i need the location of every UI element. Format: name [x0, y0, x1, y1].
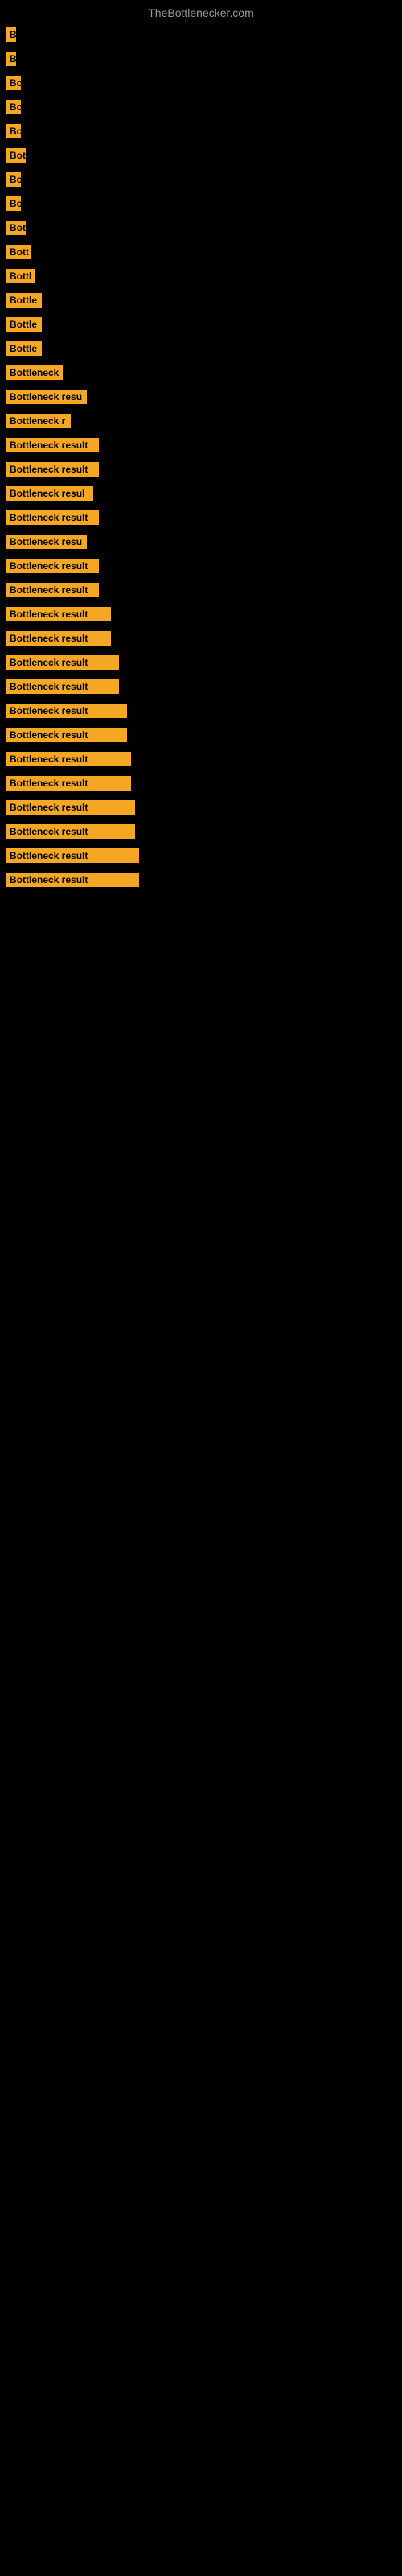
- list-item: Bottleneck resul: [0, 481, 402, 506]
- list-item: Bo: [0, 119, 402, 143]
- label-box: Bottleneck result: [6, 438, 99, 452]
- label-box: Bottleneck resu: [6, 390, 87, 404]
- list-item: Bottleneck result: [0, 578, 402, 602]
- label-box: Bo: [6, 124, 21, 138]
- list-item: Bottleneck result: [0, 602, 402, 626]
- label-box: Bot: [6, 148, 26, 163]
- label-box: Bo: [6, 100, 21, 114]
- list-item: B: [0, 47, 402, 71]
- label-box: Bottleneck result: [6, 752, 131, 766]
- label-box: Bottleneck result: [6, 679, 119, 694]
- label-box: Bottleneck: [6, 365, 63, 380]
- list-item: Bo: [0, 71, 402, 95]
- list-item: Bottleneck r: [0, 409, 402, 433]
- list-item: Bo: [0, 95, 402, 119]
- label-box: Bottleneck result: [6, 824, 135, 839]
- list-item: Bottleneck result: [0, 433, 402, 457]
- label-box: Bo: [6, 76, 21, 90]
- list-item: Bottle: [0, 288, 402, 312]
- label-box: Bo: [6, 196, 21, 211]
- label-box: Bottleneck r: [6, 414, 71, 428]
- list-item: Bottleneck resu: [0, 530, 402, 554]
- label-box: Bottle: [6, 293, 42, 308]
- list-item: Bottleneck result: [0, 554, 402, 578]
- list-item: Bottleneck result: [0, 844, 402, 868]
- list-item: Bottleneck result: [0, 868, 402, 892]
- label-box: Bottleneck result: [6, 655, 119, 670]
- list-item: Bo: [0, 167, 402, 192]
- label-box: Bottleneck result: [6, 510, 99, 525]
- list-item: Bottleneck result: [0, 771, 402, 795]
- label-box: Bottleneck resu: [6, 535, 87, 549]
- label-box: Bottleneck result: [6, 559, 99, 573]
- list-item: Bottleneck result: [0, 747, 402, 771]
- list-item: Bottl: [0, 264, 402, 288]
- label-box: Bott: [6, 245, 31, 259]
- label-box: Bottleneck result: [6, 462, 99, 477]
- list-item: Bo: [0, 192, 402, 216]
- label-box: B: [6, 27, 16, 42]
- list-item: Bottleneck result: [0, 675, 402, 699]
- list-item: Bottleneck result: [0, 650, 402, 675]
- label-box: Bottle: [6, 317, 42, 332]
- list-item: Bottleneck result: [0, 795, 402, 819]
- list-item: Bottleneck result: [0, 457, 402, 481]
- list-item: Bot: [0, 143, 402, 167]
- label-box: Bottleneck result: [6, 704, 127, 718]
- list-item: Bottle: [0, 336, 402, 361]
- list-item: Bot: [0, 216, 402, 240]
- label-box: Bottleneck resul: [6, 486, 93, 501]
- label-box: Bottleneck result: [6, 631, 111, 646]
- label-box: Bottleneck result: [6, 848, 139, 863]
- list-item: Bottleneck result: [0, 819, 402, 844]
- list-item: Bottleneck: [0, 361, 402, 385]
- label-box: Bottle: [6, 341, 42, 356]
- list-item: Bottle: [0, 312, 402, 336]
- label-box: Bottleneck result: [6, 583, 99, 597]
- label-box: Bottleneck result: [6, 728, 127, 742]
- items-list: BB Bo Bo Bo Bot Bo Bo Bot Bott Bottl Bottle Bottle B…: [0, 23, 402, 908]
- list-item: Bottleneck result: [0, 699, 402, 723]
- label-box: Bottl: [6, 269, 35, 283]
- list-item: Bott: [0, 240, 402, 264]
- label-box: Bottleneck result: [6, 800, 135, 815]
- list-item: Bottleneck result: [0, 626, 402, 650]
- label-box: Bo: [6, 172, 21, 187]
- list-item: Bottleneck result: [0, 506, 402, 530]
- list-item: Bottleneck resu: [0, 385, 402, 409]
- label-box: Bottleneck result: [6, 873, 139, 887]
- label-box: Bottleneck result: [6, 776, 131, 791]
- label-box: B: [6, 52, 16, 66]
- label-box: Bot: [6, 221, 26, 235]
- list-item: B: [0, 23, 402, 47]
- label-box: Bottleneck result: [6, 607, 111, 621]
- site-title: TheBottlenecker.com: [0, 0, 402, 23]
- list-item: Bottleneck result: [0, 723, 402, 747]
